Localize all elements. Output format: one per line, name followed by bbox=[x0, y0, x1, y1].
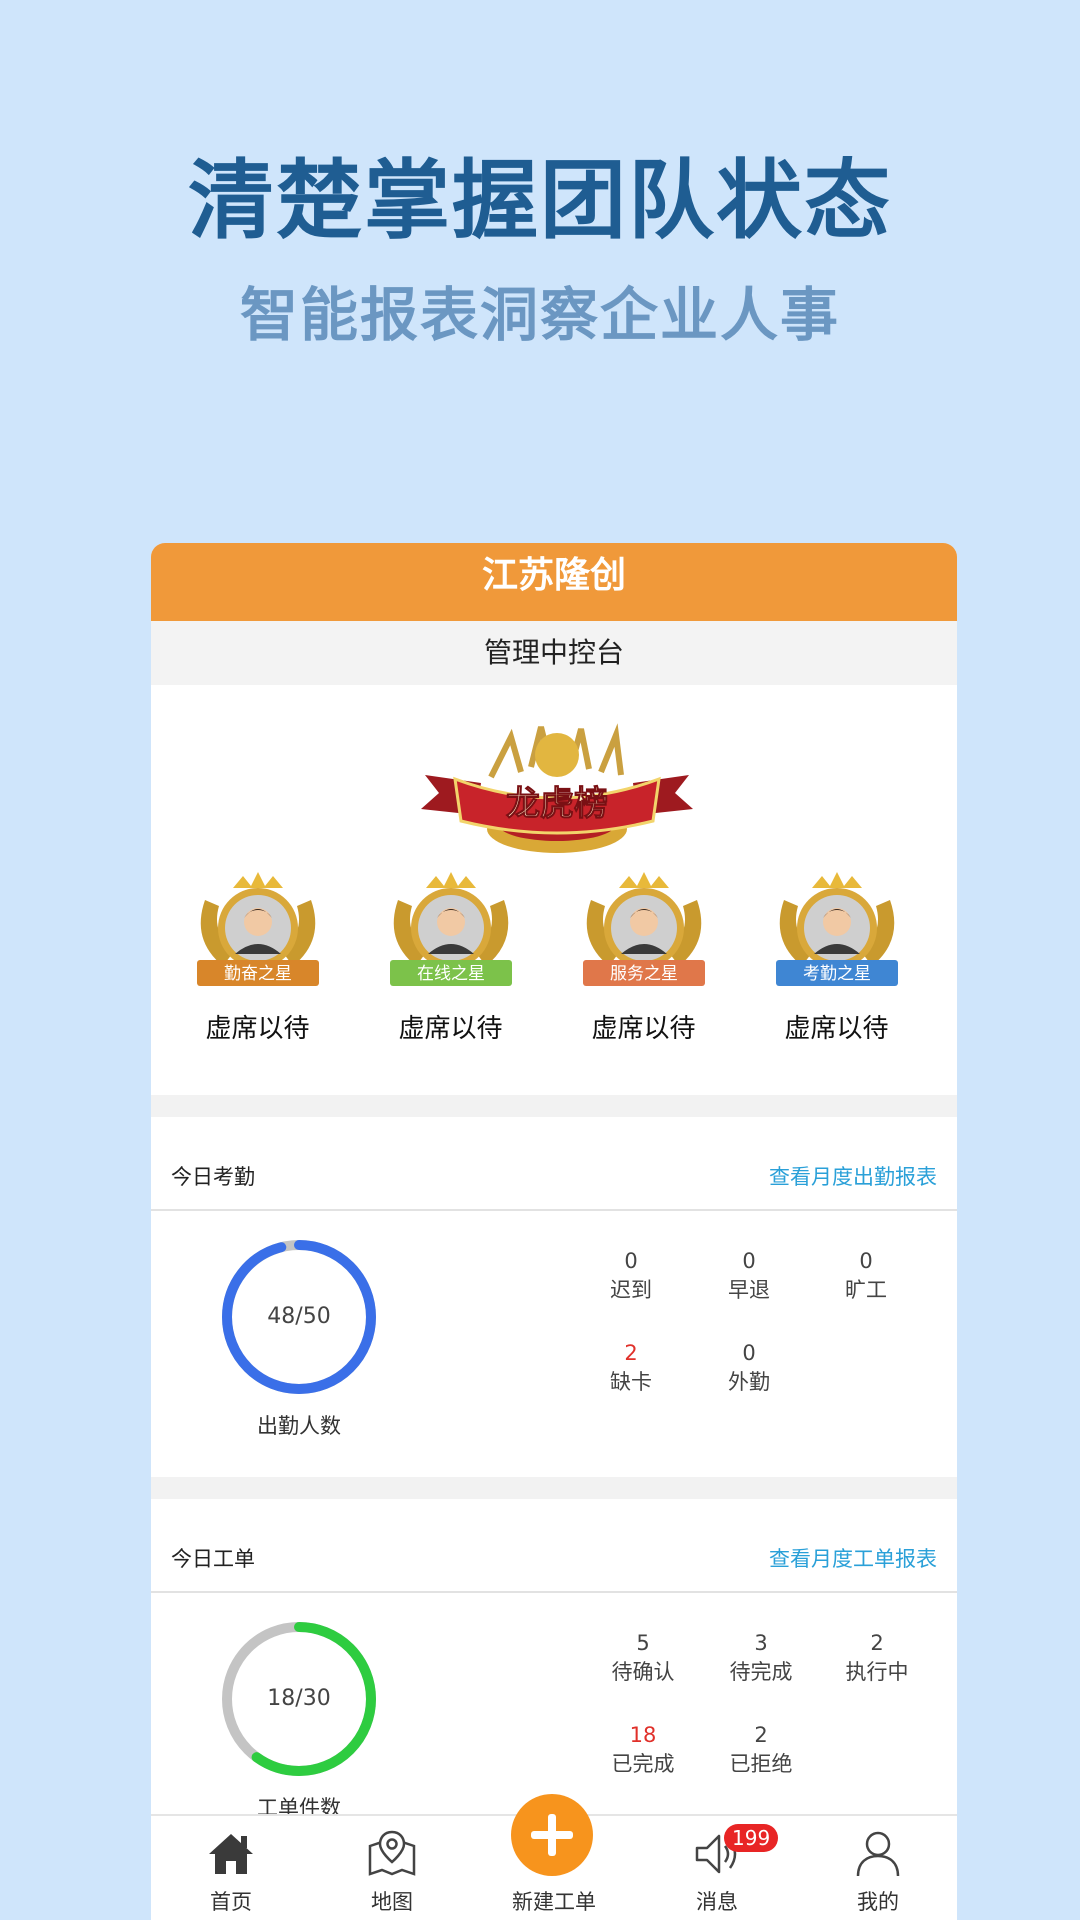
stat-label: 外勤 bbox=[728, 1370, 770, 1394]
attendance-ring-value: 48/50 bbox=[267, 1304, 331, 1329]
tab-label: 我的 bbox=[857, 1890, 899, 1914]
tab-label: 首页 bbox=[210, 1890, 252, 1914]
promo-headline: 清楚掌握团队状态 bbox=[188, 151, 892, 251]
stat-late[interactable]: 0 迟到 bbox=[581, 1247, 681, 1305]
medal-avatar-icon: 服务之星 bbox=[582, 872, 705, 986]
tab-label: 新建工单 bbox=[512, 1890, 596, 1914]
stat-label: 迟到 bbox=[610, 1278, 652, 1302]
stat-pending-confirm[interactable]: 5 待确认 bbox=[593, 1629, 693, 1687]
star-badge-label: 服务之星 bbox=[610, 964, 678, 984]
stat-value: 2 bbox=[870, 1631, 884, 1655]
stat-value: 2 bbox=[624, 1341, 638, 1365]
stat-value: 0 bbox=[742, 1341, 756, 1365]
monthly-workorder-report-link[interactable]: 查看月度工单报表 bbox=[769, 1543, 937, 1573]
user-icon bbox=[856, 1831, 900, 1877]
workorder-header: 今日工单 查看月度工单报表 bbox=[151, 1499, 957, 1593]
star-item-attendance[interactable]: 考勤之星 虚席以待 bbox=[740, 870, 933, 1045]
star-name: 虚席以待 bbox=[591, 1014, 696, 1044]
stat-value: 5 bbox=[636, 1631, 650, 1655]
monthly-attendance-report-link[interactable]: 查看月度出勤报表 bbox=[769, 1161, 937, 1191]
stat-early-leave[interactable]: 0 早退 bbox=[699, 1247, 799, 1305]
medal-avatar-icon: 考勤之星 bbox=[775, 872, 898, 986]
star-name: 虚席以待 bbox=[784, 1014, 889, 1044]
ranking-banner-icon: 龙虎榜 bbox=[421, 723, 693, 853]
stat-value: 2 bbox=[754, 1723, 768, 1747]
tab-profile[interactable]: 我的 bbox=[823, 1816, 933, 1916]
bottom-tab-bar: 首页 地图 新建工单 199 消息 我的 bbox=[151, 1794, 957, 1920]
star-name: 虚席以待 bbox=[398, 1014, 503, 1044]
phone-screen: 江苏隆创 管理中控台 龙虎榜 勤奋之星 虚席以待 在线之星 虚席以待 服务之星 … bbox=[151, 543, 957, 1920]
star-item-service[interactable]: 服务之星 虚席以待 bbox=[547, 870, 740, 1045]
star-badge-label: 考勤之星 bbox=[803, 964, 871, 984]
message-count-badge: 199 bbox=[724, 1824, 779, 1852]
ranking-card: 龙虎榜 勤奋之星 虚席以待 在线之星 虚席以待 服务之星 虚席以待 考勤之星 虚… bbox=[151, 685, 957, 1095]
attendance-title: 今日考勤 bbox=[171, 1165, 255, 1189]
star-item-online[interactable]: 在线之星 虚席以待 bbox=[354, 870, 547, 1045]
tab-new-workorder[interactable]: 新建工单 bbox=[499, 1816, 609, 1916]
star-name: 虚席以待 bbox=[205, 1014, 310, 1044]
stat-value: 0 bbox=[859, 1249, 873, 1273]
section-divider bbox=[151, 1477, 957, 1499]
tab-label: 消息 bbox=[696, 1890, 738, 1914]
attendance-ring-label: 出勤人数 bbox=[257, 1414, 341, 1438]
star-item-diligence[interactable]: 勤奋之星 虚席以待 bbox=[161, 870, 354, 1045]
stat-label: 执行中 bbox=[845, 1660, 909, 1684]
attendance-header: 今日考勤 查看月度出勤报表 bbox=[151, 1117, 957, 1211]
home-icon bbox=[209, 1834, 253, 1874]
stat-missing-punch[interactable]: 2 缺卡 bbox=[581, 1339, 681, 1397]
star-badge-label: 在线之星 bbox=[417, 964, 485, 984]
stat-in-progress[interactable]: 2 执行中 bbox=[827, 1629, 927, 1687]
console-title: 管理中控台 bbox=[151, 621, 957, 685]
tab-map[interactable]: 地图 bbox=[337, 1816, 447, 1916]
stat-pending-complete[interactable]: 3 待完成 bbox=[711, 1629, 811, 1687]
stat-rejected[interactable]: 2 已拒绝 bbox=[711, 1721, 811, 1779]
tab-label: 地图 bbox=[371, 1890, 413, 1914]
map-icon bbox=[368, 1830, 416, 1876]
stat-value: 0 bbox=[624, 1249, 638, 1273]
stat-label: 已拒绝 bbox=[729, 1752, 793, 1776]
workorder-ring-value: 18/30 bbox=[267, 1686, 331, 1711]
stat-completed[interactable]: 18 已完成 bbox=[593, 1721, 693, 1779]
workorder-ring[interactable]: 18/30 bbox=[219, 1619, 379, 1779]
section-divider bbox=[151, 1095, 957, 1117]
stat-absent[interactable]: 0 旷工 bbox=[816, 1247, 916, 1305]
attendance-ring[interactable]: 48/50 bbox=[219, 1237, 379, 1397]
stat-label: 待确认 bbox=[611, 1660, 675, 1684]
medal-avatar-icon: 在线之星 bbox=[389, 872, 512, 986]
stat-label: 早退 bbox=[728, 1278, 770, 1302]
tab-messages[interactable]: 199 消息 bbox=[662, 1816, 779, 1916]
stat-label: 已完成 bbox=[611, 1752, 675, 1776]
tab-home[interactable]: 首页 bbox=[176, 1816, 286, 1916]
company-title: 江苏隆创 bbox=[151, 543, 957, 621]
stat-value: 18 bbox=[629, 1723, 657, 1747]
stat-label: 待完成 bbox=[729, 1660, 793, 1684]
stat-label: 缺卡 bbox=[610, 1370, 652, 1394]
star-badge-label: 勤奋之星 bbox=[224, 964, 292, 984]
promo-subline: 智能报表洞察企业人事 bbox=[239, 281, 840, 349]
attendance-section: 今日考勤 查看月度出勤报表 48/50 出勤人数 0 迟到 0 早退 0 旷工 … bbox=[151, 1117, 957, 1477]
ranking-banner-text: 龙虎榜 bbox=[506, 784, 608, 824]
workorder-title: 今日工单 bbox=[171, 1547, 255, 1571]
stat-value: 0 bbox=[742, 1249, 756, 1273]
stat-field-work[interactable]: 0 外勤 bbox=[699, 1339, 799, 1397]
stat-value: 3 bbox=[754, 1631, 768, 1655]
medal-avatar-icon: 勤奋之星 bbox=[196, 872, 319, 986]
stat-label: 旷工 bbox=[845, 1278, 887, 1302]
star-list: 勤奋之星 虚席以待 在线之星 虚席以待 服务之星 虚席以待 考勤之星 虚席以待 bbox=[151, 870, 957, 1045]
